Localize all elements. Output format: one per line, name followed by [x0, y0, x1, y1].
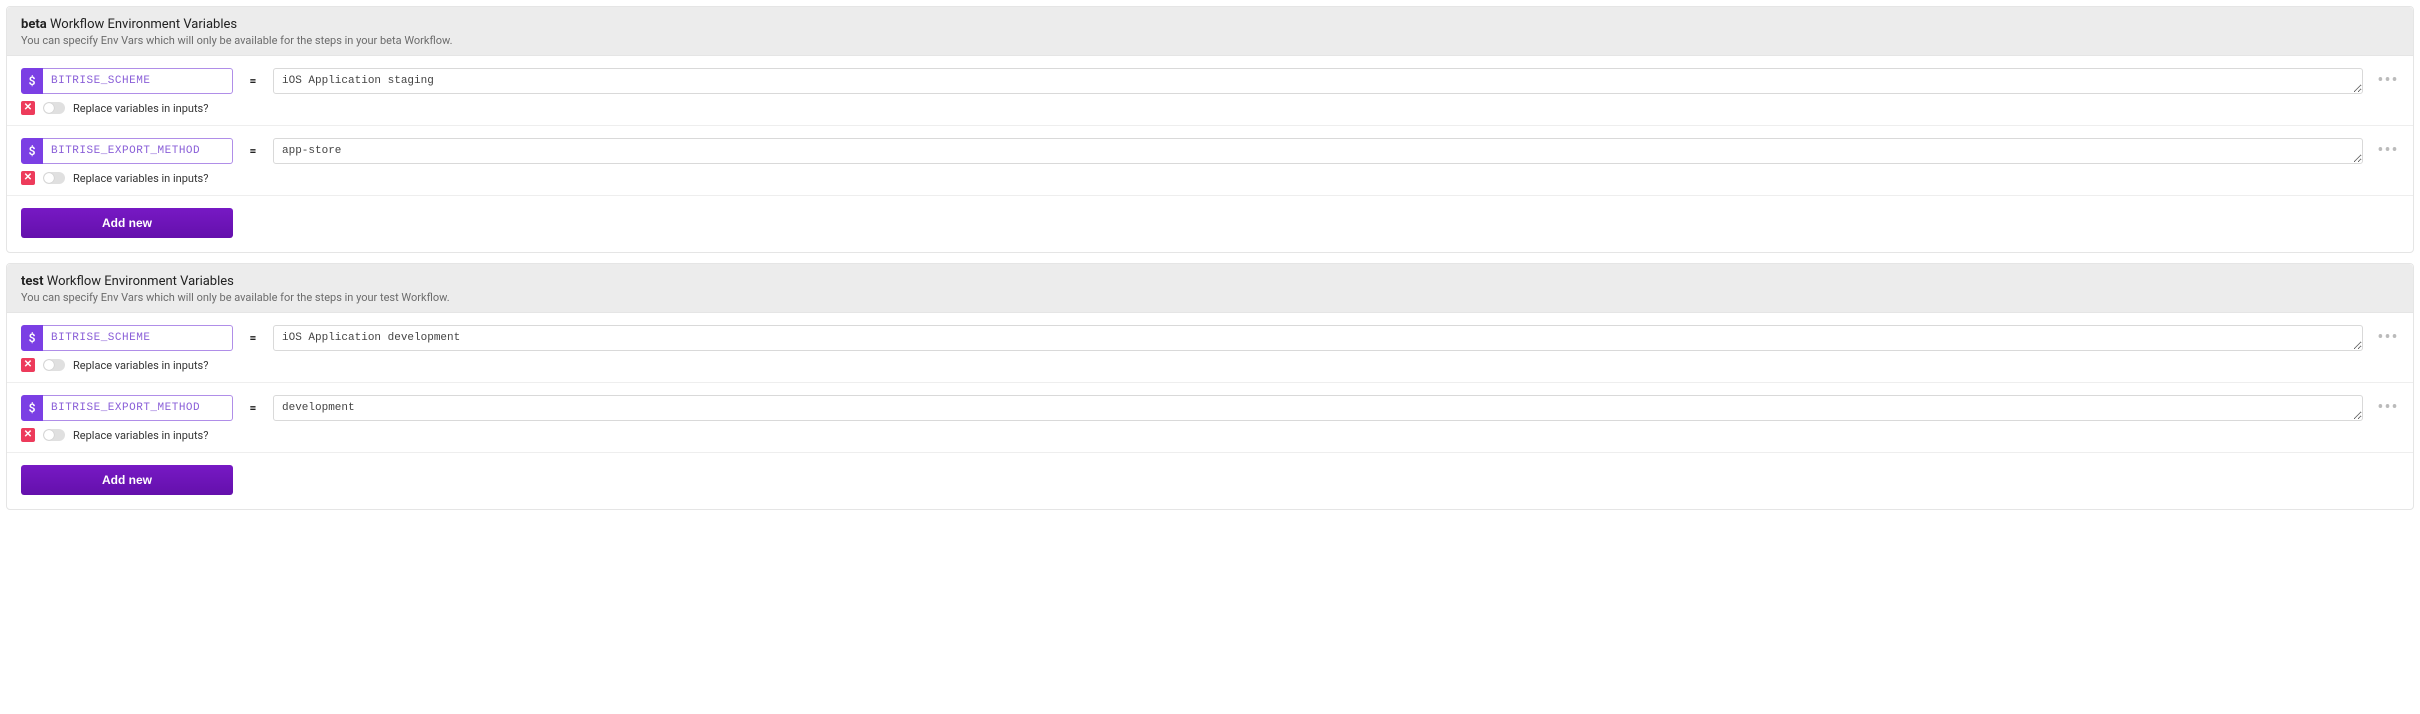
- section-subtitle: You can specify Env Vars which will only…: [21, 34, 2399, 47]
- env-var-row: $ = ••• ✕ Replace variables in inputs?: [7, 56, 2413, 126]
- add-new-button[interactable]: Add new: [21, 465, 233, 495]
- dollar-icon: $: [21, 68, 43, 94]
- workflow-section-beta: beta Workflow Environment Variables You …: [6, 6, 2414, 253]
- env-key-input[interactable]: [43, 325, 233, 351]
- delete-button[interactable]: ✕: [21, 358, 35, 372]
- equals-sign: =: [247, 401, 259, 415]
- replace-toggle[interactable]: [43, 359, 65, 371]
- add-new-button[interactable]: Add new: [21, 208, 233, 238]
- env-var-row-sub: ✕ Replace variables in inputs?: [21, 171, 2399, 185]
- section-title: beta Workflow Environment Variables: [21, 17, 2399, 32]
- env-var-row: $ = ••• ✕ Replace variables in inputs?: [7, 383, 2413, 453]
- env-value-input[interactable]: [273, 325, 2363, 351]
- delete-button[interactable]: ✕: [21, 428, 35, 442]
- replace-toggle[interactable]: [43, 172, 65, 184]
- env-var-row-main: $ = •••: [21, 68, 2399, 94]
- more-icon[interactable]: •••: [2377, 76, 2399, 86]
- env-key-wrap: $: [21, 138, 233, 164]
- replace-label: Replace variables in inputs?: [73, 172, 208, 185]
- delete-button[interactable]: ✕: [21, 101, 35, 115]
- section-title-prefix: test: [21, 274, 44, 289]
- section-title-rest: Workflow Environment Variables: [50, 17, 237, 32]
- delete-button[interactable]: ✕: [21, 171, 35, 185]
- more-icon[interactable]: •••: [2377, 146, 2399, 156]
- replace-label: Replace variables in inputs?: [73, 429, 208, 442]
- more-icon[interactable]: •••: [2377, 403, 2399, 413]
- section-title-rest: Workflow Environment Variables: [47, 274, 234, 289]
- section-title-prefix: beta: [21, 17, 47, 32]
- workflow-section-test: test Workflow Environment Variables You …: [6, 263, 2414, 510]
- section-title: test Workflow Environment Variables: [21, 274, 2399, 289]
- section-footer: Add new: [7, 453, 2413, 509]
- env-var-row-sub: ✕ Replace variables in inputs?: [21, 428, 2399, 442]
- dollar-icon: $: [21, 325, 43, 351]
- section-subtitle: You can specify Env Vars which will only…: [21, 291, 2399, 304]
- more-icon[interactable]: •••: [2377, 333, 2399, 343]
- env-var-row: $ = ••• ✕ Replace variables in inputs?: [7, 313, 2413, 383]
- equals-sign: =: [247, 144, 259, 158]
- env-key-input[interactable]: [43, 138, 233, 164]
- env-var-row-main: $ = •••: [21, 138, 2399, 164]
- equals-sign: =: [247, 331, 259, 345]
- env-var-row-main: $ = •••: [21, 325, 2399, 351]
- equals-sign: =: [247, 74, 259, 88]
- env-key-input[interactable]: [43, 68, 233, 94]
- env-value-input[interactable]: [273, 68, 2363, 94]
- section-header: beta Workflow Environment Variables You …: [7, 7, 2413, 56]
- env-var-row-sub: ✕ Replace variables in inputs?: [21, 358, 2399, 372]
- env-value-input[interactable]: [273, 395, 2363, 421]
- env-key-input[interactable]: [43, 395, 233, 421]
- section-footer: Add new: [7, 196, 2413, 252]
- env-value-input[interactable]: [273, 138, 2363, 164]
- dollar-icon: $: [21, 138, 43, 164]
- replace-toggle[interactable]: [43, 102, 65, 114]
- env-key-wrap: $: [21, 68, 233, 94]
- env-var-row-sub: ✕ Replace variables in inputs?: [21, 101, 2399, 115]
- section-header: test Workflow Environment Variables You …: [7, 264, 2413, 313]
- replace-label: Replace variables in inputs?: [73, 102, 208, 115]
- env-var-row-main: $ = •••: [21, 395, 2399, 421]
- env-key-wrap: $: [21, 395, 233, 421]
- replace-toggle[interactable]: [43, 429, 65, 441]
- replace-label: Replace variables in inputs?: [73, 359, 208, 372]
- dollar-icon: $: [21, 395, 43, 421]
- env-var-row: $ = ••• ✕ Replace variables in inputs?: [7, 126, 2413, 196]
- env-key-wrap: $: [21, 325, 233, 351]
